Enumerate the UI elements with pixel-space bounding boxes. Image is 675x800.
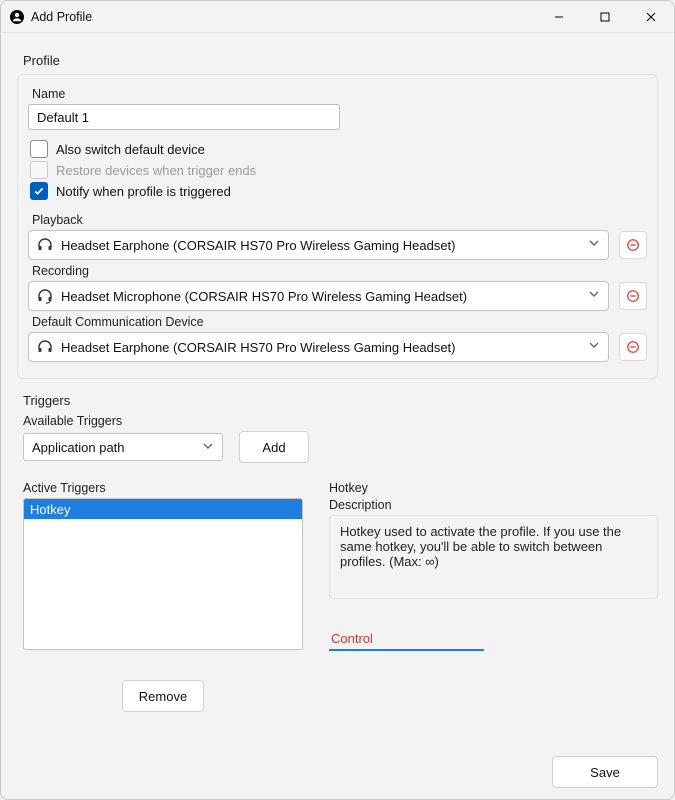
trigger-detail-title: Hotkey xyxy=(329,481,658,495)
notify-label: Notify when profile is triggered xyxy=(56,184,231,199)
comm-value: Headset Earphone (CORSAIR HS70 Pro Wirel… xyxy=(61,340,580,355)
footer: Save xyxy=(1,745,674,799)
window-title: Add Profile xyxy=(31,10,92,24)
recording-select[interactable]: Headset Microphone (CORSAIR HS70 Pro Wir… xyxy=(28,281,609,311)
name-label: Name xyxy=(32,87,647,101)
checkbox-unchecked-icon xyxy=(30,140,48,158)
headset-icon xyxy=(37,237,53,253)
comm-label: Default Communication Device xyxy=(32,315,647,329)
available-triggers-value: Application path xyxy=(32,440,196,455)
available-triggers-label: Available Triggers xyxy=(23,414,658,428)
active-triggers-label: Active Triggers xyxy=(23,481,313,495)
active-triggers-list[interactable]: Hotkey xyxy=(23,498,303,650)
comm-clear-button[interactable] xyxy=(619,333,647,361)
content-area: Profile Name Also switch default device … xyxy=(1,33,674,745)
chevron-down-icon xyxy=(588,287,600,305)
chevron-down-icon xyxy=(202,440,214,455)
checkbox-disabled-icon xyxy=(30,161,48,179)
playback-clear-button[interactable] xyxy=(619,231,647,259)
remove-circle-icon xyxy=(626,340,640,354)
minimize-button[interactable] xyxy=(536,1,582,33)
recording-label: Recording xyxy=(32,264,647,278)
recording-value: Headset Microphone (CORSAIR HS70 Pro Wir… xyxy=(61,289,580,304)
profile-name-input[interactable] xyxy=(28,104,340,130)
remove-trigger-button[interactable]: Remove xyxy=(122,680,204,712)
chevron-down-icon xyxy=(588,236,600,254)
profile-section-label: Profile xyxy=(23,53,658,68)
restore-row: Restore devices when trigger ends xyxy=(30,161,647,179)
description-label: Description xyxy=(329,498,658,512)
save-button[interactable]: Save xyxy=(552,756,658,788)
recording-clear-button[interactable] xyxy=(619,282,647,310)
hotkey-input[interactable] xyxy=(329,627,484,651)
also-switch-row[interactable]: Also switch default device xyxy=(30,140,647,158)
remove-circle-icon xyxy=(626,289,640,303)
profile-circle-icon xyxy=(9,9,25,25)
triggers-section-label: Triggers xyxy=(23,393,658,408)
remove-circle-icon xyxy=(626,238,640,252)
also-switch-label: Also switch default device xyxy=(56,142,205,157)
available-triggers-select[interactable]: Application path xyxy=(23,433,223,461)
headset-icon xyxy=(37,339,53,355)
restore-label: Restore devices when trigger ends xyxy=(56,163,256,178)
headset-mic-icon xyxy=(37,288,53,304)
playback-value: Headset Earphone (CORSAIR HS70 Pro Wirel… xyxy=(61,238,580,253)
chevron-down-icon xyxy=(588,338,600,356)
playback-label: Playback xyxy=(32,213,647,227)
titlebar: Add Profile xyxy=(1,1,674,33)
maximize-button[interactable] xyxy=(582,1,628,33)
list-item[interactable]: Hotkey xyxy=(24,499,302,519)
profile-group: Name Also switch default device Restore … xyxy=(17,74,658,379)
comm-select[interactable]: Headset Earphone (CORSAIR HS70 Pro Wirel… xyxy=(28,332,609,362)
trigger-description: Hotkey used to activate the profile. If … xyxy=(329,515,658,599)
add-trigger-button[interactable]: Add xyxy=(239,431,309,463)
notify-row[interactable]: Notify when profile is triggered xyxy=(30,182,647,200)
playback-select[interactable]: Headset Earphone (CORSAIR HS70 Pro Wirel… xyxy=(28,230,609,260)
checkbox-checked-icon xyxy=(30,182,48,200)
app-window: Add Profile Profile Name Also switch def… xyxy=(0,0,675,800)
close-button[interactable] xyxy=(628,1,674,33)
